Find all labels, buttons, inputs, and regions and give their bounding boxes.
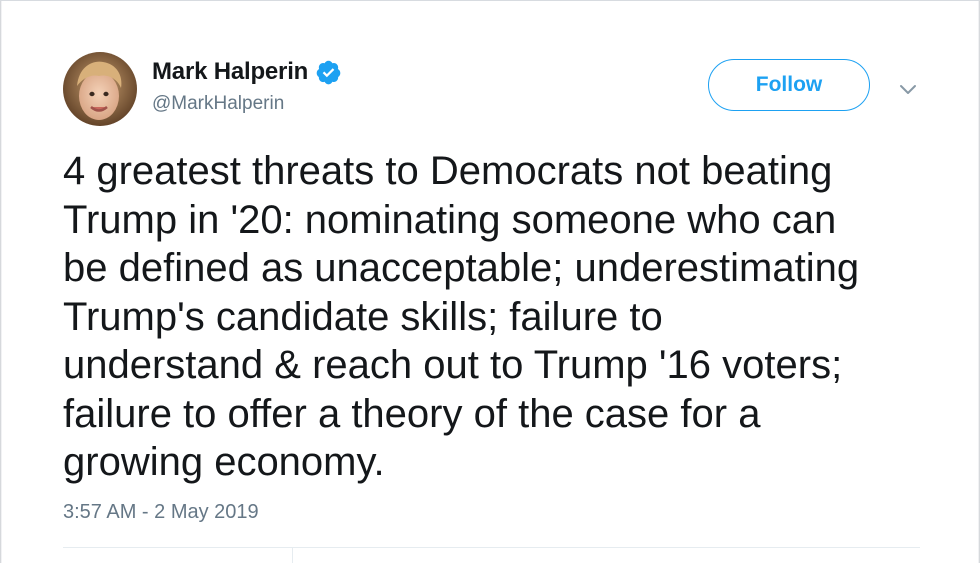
tweet-text-line: be defined as unacceptable; underestimat…	[63, 246, 860, 290]
display-name[interactable]: Mark Halperin	[152, 58, 308, 86]
author-handle[interactable]: @MarkHalperin	[152, 93, 284, 115]
avatar[interactable]	[63, 52, 137, 126]
tweet-card: Mark Halperin @MarkHalperin Follow 4 gre…	[0, 0, 980, 563]
verified-badge-icon	[315, 59, 342, 86]
chevron-down-icon[interactable]	[896, 77, 920, 101]
follow-button[interactable]: Follow	[708, 59, 870, 111]
card-edge-left	[0, 1, 2, 563]
divider	[63, 547, 920, 548]
tweet-text: 4 greatest threats to Democrats not beat…	[63, 147, 943, 487]
avatar-image	[63, 52, 137, 126]
tweet-text-line: Trump's candidate skills; failure to	[63, 294, 663, 339]
author-row: Mark Halperin	[152, 56, 342, 88]
tweet-timestamp[interactable]: 3:57 AM - 2 May 2019	[63, 501, 259, 524]
tweet-text-line: 4 greatest threats to Democrats not beat…	[63, 149, 833, 193]
tweet-text-line: Trump in '20: nominating someone who can	[63, 197, 837, 242]
tweet-text-line: understand & reach out to Trump '16 vote…	[63, 343, 843, 387]
tweet-text-line: failure to offer a theory of the case fo…	[63, 391, 761, 436]
divider-tick	[292, 547, 293, 563]
tweet-text-line: growing economy.	[63, 440, 385, 484]
